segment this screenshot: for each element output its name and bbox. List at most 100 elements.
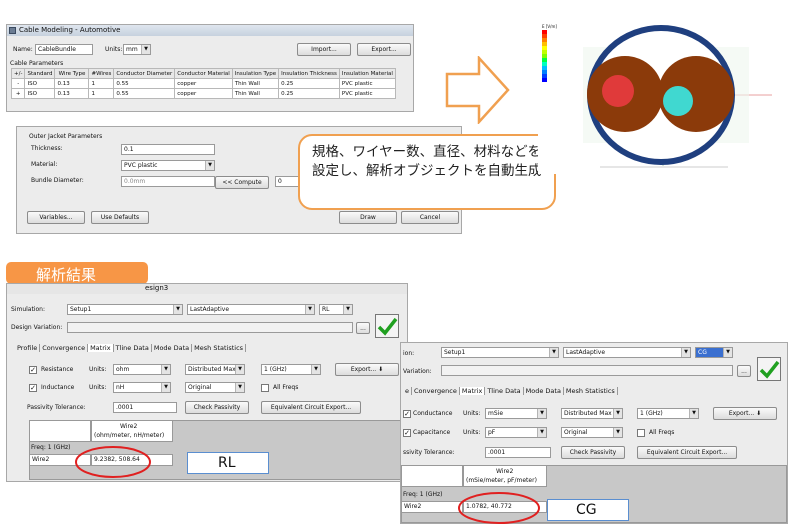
compute-button[interactable]: << Compute: [215, 176, 269, 189]
chevron-down-icon[interactable]: ▼: [235, 365, 244, 374]
tab-mode-data[interactable]: Mode Data: [151, 344, 193, 352]
name-input[interactable]: CableBundle: [35, 44, 93, 55]
material-select[interactable]: PVC plastic ▼: [121, 160, 215, 171]
passivity-tolerance-input[interactable]: .0001: [485, 447, 551, 458]
variation-more-button[interactable]: ...: [737, 365, 751, 377]
design-variation-input[interactable]: [67, 322, 353, 333]
matrix-select[interactable]: CG ▼: [695, 347, 733, 358]
check-passivity-button[interactable]: Check Passivity: [185, 401, 249, 414]
chevron-down-icon[interactable]: ▼: [613, 409, 622, 418]
check-passivity-button[interactable]: Check Passivity: [561, 446, 625, 459]
simulation-select[interactable]: Setup1 ▼: [441, 347, 559, 358]
all-freqs-checkbox[interactable]: [637, 429, 645, 437]
wires-cell[interactable]: 1: [88, 78, 115, 89]
insulation-thickness-cell[interactable]: 0.25: [278, 78, 340, 89]
wire-type-select[interactable]: 0.13: [54, 78, 90, 89]
export-button[interactable]: Export... ⬇: [713, 407, 777, 420]
capacitance-checkbox[interactable]: ✓: [403, 429, 411, 437]
conductor-left: [602, 75, 634, 107]
frequency-select[interactable]: 1 (GHz) ▼: [637, 408, 699, 419]
conductor-diameter-cell[interactable]: 0.55: [113, 78, 176, 89]
apply-button[interactable]: [757, 357, 781, 381]
standard-select[interactable]: ISO: [24, 88, 56, 99]
tab-mesh-statistics[interactable]: Mesh Statistics: [563, 387, 618, 395]
tab-convergence[interactable]: Convergence: [40, 344, 89, 352]
chevron-down-icon[interactable]: ▼: [613, 428, 622, 437]
chevron-down-icon[interactable]: ▼: [205, 161, 214, 170]
add-row-button[interactable]: +: [10, 88, 26, 99]
tab-profile[interactable]: e: [403, 387, 412, 395]
solution-select[interactable]: LastAdaptive ▼: [563, 347, 691, 358]
tab-tline-data[interactable]: Tline Data: [113, 344, 152, 352]
tab-matrix[interactable]: Matrix: [459, 387, 486, 395]
apply-button[interactable]: [375, 314, 399, 338]
variation-more-button[interactable]: ...: [356, 322, 370, 334]
table-row: - ISO 0.13 1 0.55 copper Thin Wall 0.25 …: [10, 78, 396, 89]
insulation-material-select[interactable]: PVC plastic: [338, 78, 396, 89]
cancel-button[interactable]: Cancel: [401, 211, 459, 224]
conductor-diameter-cell[interactable]: 0.55: [113, 88, 176, 99]
simulation-select[interactable]: Setup1 ▼: [67, 304, 183, 315]
insulation-thickness-cell[interactable]: 0.25: [278, 88, 340, 99]
chevron-down-icon[interactable]: ▼: [689, 409, 698, 418]
legend-title: E [V/m]: [542, 24, 557, 29]
inductance-mode-select[interactable]: Original ▼: [185, 382, 245, 393]
variation-input[interactable]: [441, 365, 733, 376]
standard-select[interactable]: ISO: [24, 78, 56, 89]
conductor-material-select[interactable]: copper: [174, 78, 233, 89]
wires-cell[interactable]: 1: [88, 88, 115, 99]
tab-mesh-statistics[interactable]: Mesh Statistics: [192, 344, 247, 352]
matrix-select[interactable]: RL ▼: [319, 304, 353, 315]
units-select[interactable]: mm ▼: [123, 44, 151, 55]
frequency-select[interactable]: 1 (GHz) ▼: [261, 364, 321, 375]
solution-select[interactable]: LastAdaptive ▼: [187, 304, 315, 315]
equivalent-circuit-export-button[interactable]: Equivalent Circuit Export...: [261, 401, 361, 414]
tab-convergence[interactable]: Convergence: [412, 387, 460, 395]
chevron-down-icon[interactable]: ▼: [723, 348, 732, 357]
capacitance-mode-select[interactable]: Original ▼: [561, 427, 623, 438]
chevron-down-icon[interactable]: ▼: [343, 305, 352, 314]
tab-matrix[interactable]: Matrix: [88, 344, 114, 352]
insulation-type-select[interactable]: Thin Wall: [231, 78, 280, 89]
insulation-material-select[interactable]: PVC plastic: [338, 88, 396, 99]
thickness-input[interactable]: 0.1: [121, 144, 215, 155]
chevron-down-icon[interactable]: ▼: [161, 383, 170, 392]
chevron-down-icon[interactable]: ▼: [235, 383, 244, 392]
inductance-checkbox[interactable]: ✓: [29, 384, 37, 392]
use-defaults-button[interactable]: Use Defaults: [91, 211, 149, 224]
chevron-down-icon[interactable]: ▼: [549, 348, 558, 357]
import-button[interactable]: Import...: [297, 43, 351, 56]
export-button[interactable]: Export...: [357, 43, 411, 56]
chevron-down-icon[interactable]: ▼: [305, 305, 314, 314]
chevron-down-icon[interactable]: ▼: [311, 365, 320, 374]
resistance-mode-select[interactable]: Distributed Max ▼: [185, 364, 245, 375]
resistance-checkbox[interactable]: ✓: [29, 366, 37, 374]
resistance-label: Resistance: [41, 366, 74, 373]
all-freqs-checkbox[interactable]: [261, 384, 269, 392]
tab-tline-data[interactable]: Tline Data: [485, 387, 524, 395]
draw-button[interactable]: Draw: [339, 211, 397, 224]
window-title: esign3: [145, 284, 169, 292]
variables-button[interactable]: Variables...: [27, 211, 85, 224]
remove-row-button[interactable]: -: [10, 78, 26, 89]
chevron-down-icon[interactable]: ▼: [537, 428, 546, 437]
chevron-down-icon[interactable]: ▼: [681, 348, 690, 357]
equivalent-circuit-export-button[interactable]: Equivalent Circuit Export...: [637, 446, 737, 459]
chevron-down-icon[interactable]: ▼: [141, 45, 150, 54]
chevron-down-icon[interactable]: ▼: [537, 409, 546, 418]
tab-mode-data[interactable]: Mode Data: [523, 387, 564, 395]
wire-type-select[interactable]: 0.13: [54, 88, 90, 99]
conductance-checkbox[interactable]: ✓: [403, 410, 411, 418]
inductance-units-select[interactable]: nH ▼: [113, 382, 171, 393]
capacitance-units-select[interactable]: pF ▼: [485, 427, 547, 438]
export-button[interactable]: Export... ⬇: [335, 363, 399, 376]
conductance-units-select[interactable]: mSie ▼: [485, 408, 547, 419]
tab-profile[interactable]: Profile: [15, 344, 41, 352]
insulation-type-select[interactable]: Thin Wall: [231, 88, 280, 99]
conductor-material-select[interactable]: copper: [174, 88, 233, 99]
chevron-down-icon[interactable]: ▼: [161, 365, 170, 374]
conductance-mode-select[interactable]: Distributed Max ▼: [561, 408, 623, 419]
passivity-tolerance-input[interactable]: .0001: [113, 402, 177, 413]
resistance-units-select[interactable]: ohm ▼: [113, 364, 171, 375]
chevron-down-icon[interactable]: ▼: [173, 305, 182, 314]
